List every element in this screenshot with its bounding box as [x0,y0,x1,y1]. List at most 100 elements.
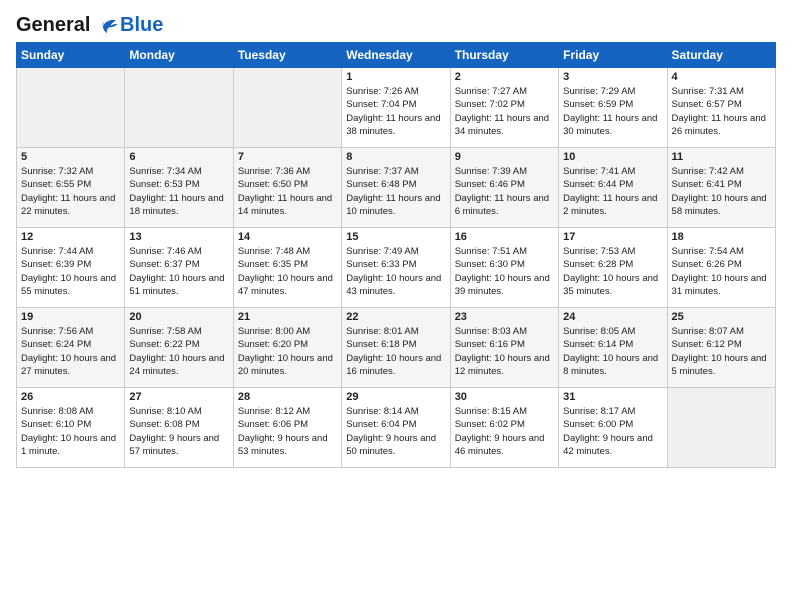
day-info: Sunrise: 8:00 AM Sunset: 6:20 PM Dayligh… [238,325,337,378]
day-info: Sunrise: 7:44 AM Sunset: 6:39 PM Dayligh… [21,245,120,298]
day-number: 14 [238,231,337,243]
week-row-2: 12 Sunrise: 7:44 AM Sunset: 6:39 PM Dayli… [17,228,776,308]
day-cell-31: 31 Sunrise: 8:17 AM Sunset: 6:00 PM Dayli… [559,388,667,468]
day-info: Sunrise: 8:08 AM Sunset: 6:10 PM Dayligh… [21,405,120,458]
col-header-saturday: Saturday [667,43,775,68]
col-header-thursday: Thursday [450,43,558,68]
logo-bird-icon [97,16,119,36]
day-cell-8: 8 Sunrise: 7:37 AM Sunset: 6:48 PM Daylig… [342,148,450,228]
day-info: Sunrise: 7:36 AM Sunset: 6:50 PM Dayligh… [238,165,337,218]
day-number: 31 [563,391,662,403]
empty-cell [17,68,125,148]
col-header-wednesday: Wednesday [342,43,450,68]
day-info: Sunrise: 7:51 AM Sunset: 6:30 PM Dayligh… [455,245,554,298]
day-cell-1: 1 Sunrise: 7:26 AM Sunset: 7:04 PM Daylig… [342,68,450,148]
day-info: Sunrise: 7:49 AM Sunset: 6:33 PM Dayligh… [346,245,445,298]
day-info: Sunrise: 7:46 AM Sunset: 6:37 PM Dayligh… [129,245,228,298]
day-number: 16 [455,231,554,243]
day-number: 22 [346,311,445,323]
day-info: Sunrise: 7:31 AM Sunset: 6:57 PM Dayligh… [672,85,771,138]
calendar-table: SundayMondayTuesdayWednesdayThursdayFrid… [16,42,776,468]
day-number: 29 [346,391,445,403]
day-number: 8 [346,151,445,163]
day-cell-30: 30 Sunrise: 8:15 AM Sunset: 6:02 PM Dayli… [450,388,558,468]
day-cell-2: 2 Sunrise: 7:27 AM Sunset: 7:02 PM Daylig… [450,68,558,148]
day-cell-5: 5 Sunrise: 7:32 AM Sunset: 6:55 PM Daylig… [17,148,125,228]
day-info: Sunrise: 7:41 AM Sunset: 6:44 PM Dayligh… [563,165,662,218]
col-header-tuesday: Tuesday [233,43,341,68]
logo: General Blue [16,14,163,36]
logo-general: General [16,14,90,36]
day-number: 10 [563,151,662,163]
day-number: 30 [455,391,554,403]
day-info: Sunrise: 8:12 AM Sunset: 6:06 PM Dayligh… [238,405,337,458]
day-number: 4 [672,71,771,83]
day-number: 17 [563,231,662,243]
day-info: Sunrise: 8:07 AM Sunset: 6:12 PM Dayligh… [672,325,771,378]
day-number: 2 [455,71,554,83]
day-number: 15 [346,231,445,243]
day-cell-10: 10 Sunrise: 7:41 AM Sunset: 6:44 PM Dayli… [559,148,667,228]
day-cell-11: 11 Sunrise: 7:42 AM Sunset: 6:41 PM Dayli… [667,148,775,228]
day-number: 24 [563,311,662,323]
day-cell-19: 19Sunrise: 7:56 AM Sunset: 6:24 PM Dayli… [17,308,125,388]
logo-blue: Blue [120,14,163,36]
day-info: Sunrise: 7:27 AM Sunset: 7:02 PM Dayligh… [455,85,554,138]
day-info: Sunrise: 7:26 AM Sunset: 7:04 PM Dayligh… [346,85,445,138]
day-number: 3 [563,71,662,83]
day-info: Sunrise: 7:53 AM Sunset: 6:28 PM Dayligh… [563,245,662,298]
day-number: 18 [672,231,771,243]
day-cell-26: 26Sunrise: 8:08 AM Sunset: 6:10 PM Dayli… [17,388,125,468]
week-row-1: 5 Sunrise: 7:32 AM Sunset: 6:55 PM Daylig… [17,148,776,228]
day-number: 23 [455,311,554,323]
day-number: 1 [346,71,445,83]
day-cell-17: 17 Sunrise: 7:53 AM Sunset: 6:28 PM Dayli… [559,228,667,308]
day-number: 12 [21,231,120,243]
col-header-friday: Friday [559,43,667,68]
day-cell-4: 4 Sunrise: 7:31 AM Sunset: 6:57 PM Daylig… [667,68,775,148]
day-number: 7 [238,151,337,163]
day-cell-18: 18 Sunrise: 7:54 AM Sunset: 6:26 PM Dayli… [667,228,775,308]
header: General Blue [16,10,776,36]
day-cell-23: 23 Sunrise: 8:03 AM Sunset: 6:16 PM Dayli… [450,308,558,388]
week-row-0: 1 Sunrise: 7:26 AM Sunset: 7:04 PM Daylig… [17,68,776,148]
day-info: Sunrise: 7:48 AM Sunset: 6:35 PM Dayligh… [238,245,337,298]
day-cell-29: 29Sunrise: 8:14 AM Sunset: 6:04 PM Dayli… [342,388,450,468]
day-info: Sunrise: 7:42 AM Sunset: 6:41 PM Dayligh… [672,165,771,218]
empty-cell [667,388,775,468]
day-number: 13 [129,231,228,243]
day-number: 11 [672,151,771,163]
day-info: Sunrise: 8:05 AM Sunset: 6:14 PM Dayligh… [563,325,662,378]
week-row-4: 26Sunrise: 8:08 AM Sunset: 6:10 PM Dayli… [17,388,776,468]
day-cell-12: 12 Sunrise: 7:44 AM Sunset: 6:39 PM Dayli… [17,228,125,308]
day-info: Sunrise: 7:39 AM Sunset: 6:46 PM Dayligh… [455,165,554,218]
day-info: Sunrise: 7:34 AM Sunset: 6:53 PM Dayligh… [129,165,228,218]
day-cell-22: 22 Sunrise: 8:01 AM Sunset: 6:18 PM Dayli… [342,308,450,388]
day-cell-6: 6Sunrise: 7:34 AM Sunset: 6:53 PM Daylig… [125,148,233,228]
day-cell-28: 28 Sunrise: 8:12 AM Sunset: 6:06 PM Dayli… [233,388,341,468]
day-cell-27: 27Sunrise: 8:10 AM Sunset: 6:08 PM Dayli… [125,388,233,468]
day-info: Sunrise: 8:15 AM Sunset: 6:02 PM Dayligh… [455,405,554,458]
day-info: Sunrise: 7:54 AM Sunset: 6:26 PM Dayligh… [672,245,771,298]
day-cell-14: 14 Sunrise: 7:48 AM Sunset: 6:35 PM Dayli… [233,228,341,308]
day-info: Sunrise: 7:58 AM Sunset: 6:22 PM Dayligh… [129,325,228,378]
day-info: Sunrise: 8:17 AM Sunset: 6:00 PM Dayligh… [563,405,662,458]
day-number: 25 [672,311,771,323]
day-cell-16: 16 Sunrise: 7:51 AM Sunset: 6:30 PM Dayli… [450,228,558,308]
week-row-3: 19Sunrise: 7:56 AM Sunset: 6:24 PM Dayli… [17,308,776,388]
day-info: Sunrise: 7:32 AM Sunset: 6:55 PM Dayligh… [21,165,120,218]
day-cell-15: 15 Sunrise: 7:49 AM Sunset: 6:33 PM Dayli… [342,228,450,308]
day-info: Sunrise: 8:03 AM Sunset: 6:16 PM Dayligh… [455,325,554,378]
col-header-monday: Monday [125,43,233,68]
day-info: Sunrise: 8:01 AM Sunset: 6:18 PM Dayligh… [346,325,445,378]
day-number: 9 [455,151,554,163]
day-cell-9: 9 Sunrise: 7:39 AM Sunset: 6:46 PM Daylig… [450,148,558,228]
day-number: 20 [129,311,228,323]
day-number: 5 [21,151,120,163]
day-number: 28 [238,391,337,403]
day-info: Sunrise: 7:37 AM Sunset: 6:48 PM Dayligh… [346,165,445,218]
day-number: 27 [129,391,228,403]
day-cell-7: 7 Sunrise: 7:36 AM Sunset: 6:50 PM Daylig… [233,148,341,228]
empty-cell [125,68,233,148]
day-cell-24: 24 Sunrise: 8:05 AM Sunset: 6:14 PM Dayli… [559,308,667,388]
